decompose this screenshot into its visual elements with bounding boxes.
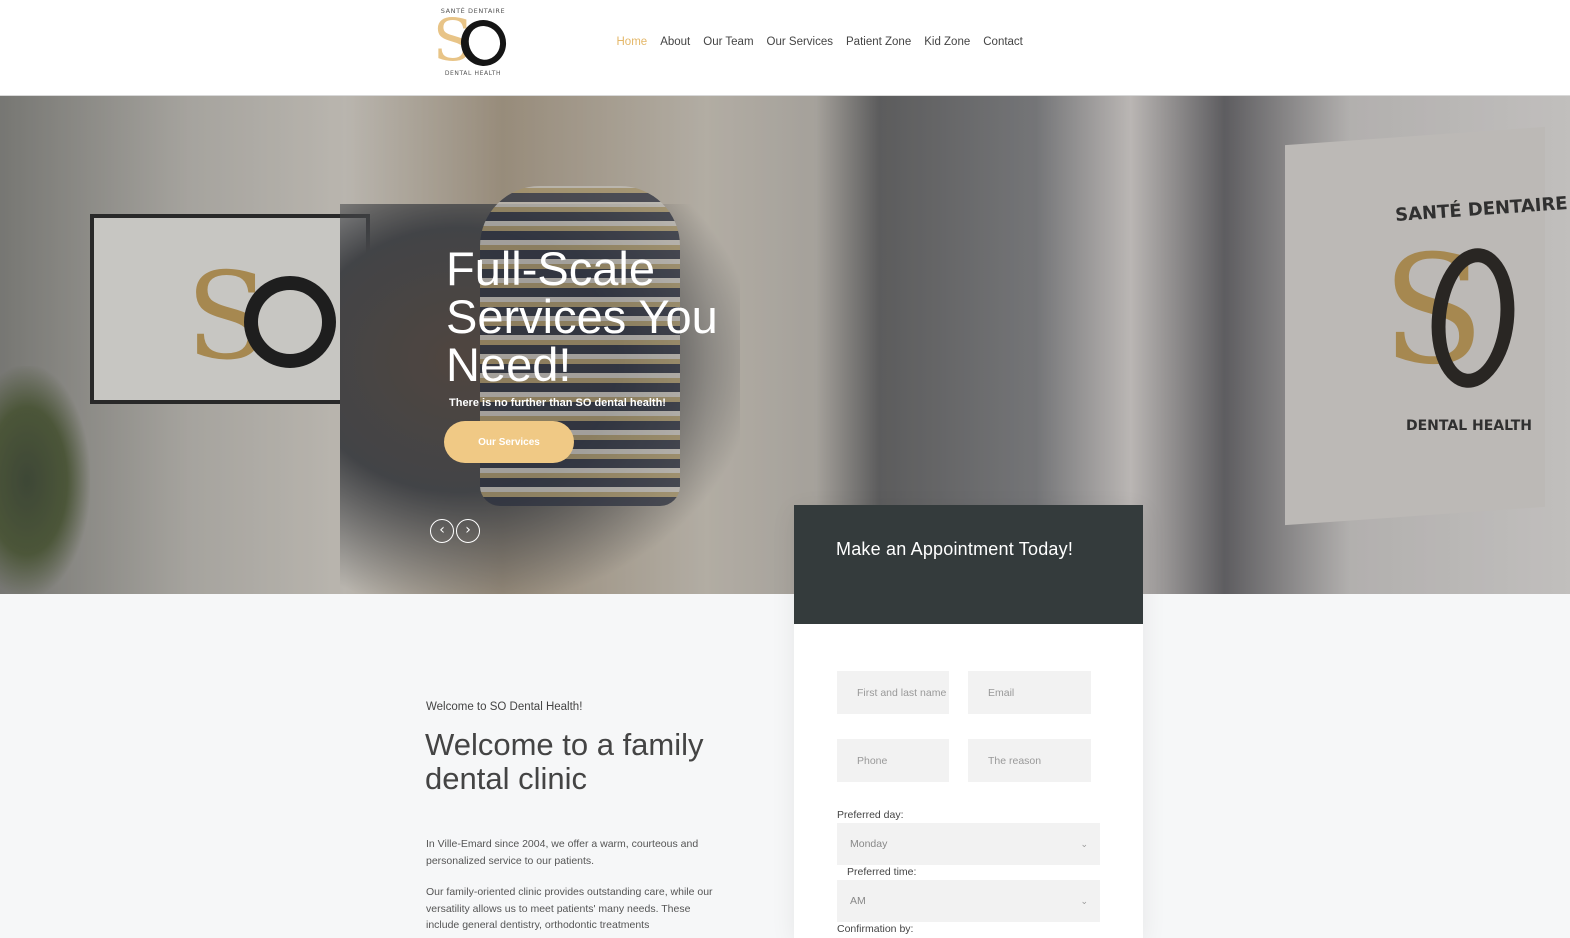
email-input[interactable] xyxy=(968,671,1091,714)
confirmation-label: Confirmation by: xyxy=(837,923,914,935)
preferred-time-select[interactable]: AM ⌄ xyxy=(837,880,1100,922)
slider-next-arrow-icon[interactable]: › xyxy=(456,519,480,543)
chevron-down-icon: ⌄ xyxy=(1080,896,1088,906)
hero-overlay xyxy=(0,96,1570,594)
nav-patient-zone[interactable]: Patient Zone xyxy=(840,34,918,50)
reason-input[interactable] xyxy=(968,739,1091,782)
site-header: SANTÉ DENTAIRE S DENTAL HEALTH Home Abou… xyxy=(0,0,1570,96)
nav-contact[interactable]: Contact xyxy=(977,34,1030,50)
nav-about[interactable]: About xyxy=(654,34,697,50)
hero-slider: S SANTÉ DENTAIRE S DENTAL HEALTH Full-Sc… xyxy=(0,96,1570,594)
welcome-paragraph-1: In Ville-Emard since 2004, we offer a wa… xyxy=(426,838,699,867)
chevron-down-icon: ⌄ xyxy=(1080,839,1088,849)
our-services-button[interactable]: Our Services xyxy=(444,421,574,463)
nav-home[interactable]: Home xyxy=(610,34,654,50)
preferred-day-label: Preferred day: xyxy=(837,809,904,821)
appointment-header: Make an Appointment Today! xyxy=(794,505,1143,624)
welcome-paragraph-2: Our family-oriented clinic provides outs… xyxy=(426,886,713,931)
nav-our-services[interactable]: Our Services xyxy=(760,34,839,50)
phone-input[interactable] xyxy=(837,739,949,782)
preferred-day-value: Monday xyxy=(850,838,888,850)
slider-prev-arrow-icon[interactable]: ‹ xyxy=(430,519,454,543)
hero-title: Full-Scale Services You Need! xyxy=(446,242,718,391)
welcome-title: Welcome to a family dental clinic xyxy=(425,727,704,796)
preferred-time-label: Preferred time: xyxy=(847,866,917,878)
nav-kid-zone[interactable]: Kid Zone xyxy=(918,34,977,50)
welcome-kicker: Welcome to SO Dental Health! xyxy=(426,701,583,713)
site-logo[interactable]: SANTÉ DENTAIRE S DENTAL HEALTH xyxy=(430,6,516,80)
logo-bottom-text: DENTAL HEALTH xyxy=(444,70,502,77)
preferred-time-value: AM xyxy=(850,895,866,907)
name-input[interactable] xyxy=(837,671,949,714)
nav-our-team[interactable]: Our Team xyxy=(697,34,760,50)
hero-subtitle: There is no further than SO dental healt… xyxy=(449,397,666,409)
preferred-day-select[interactable]: Monday ⌄ xyxy=(837,823,1100,865)
main-nav: Home About Our Team Our Services Patient… xyxy=(610,34,1029,50)
appointment-title: Make an Appointment Today! xyxy=(836,539,1074,559)
appointment-card: Make an Appointment Today! Preferred day… xyxy=(794,505,1143,938)
